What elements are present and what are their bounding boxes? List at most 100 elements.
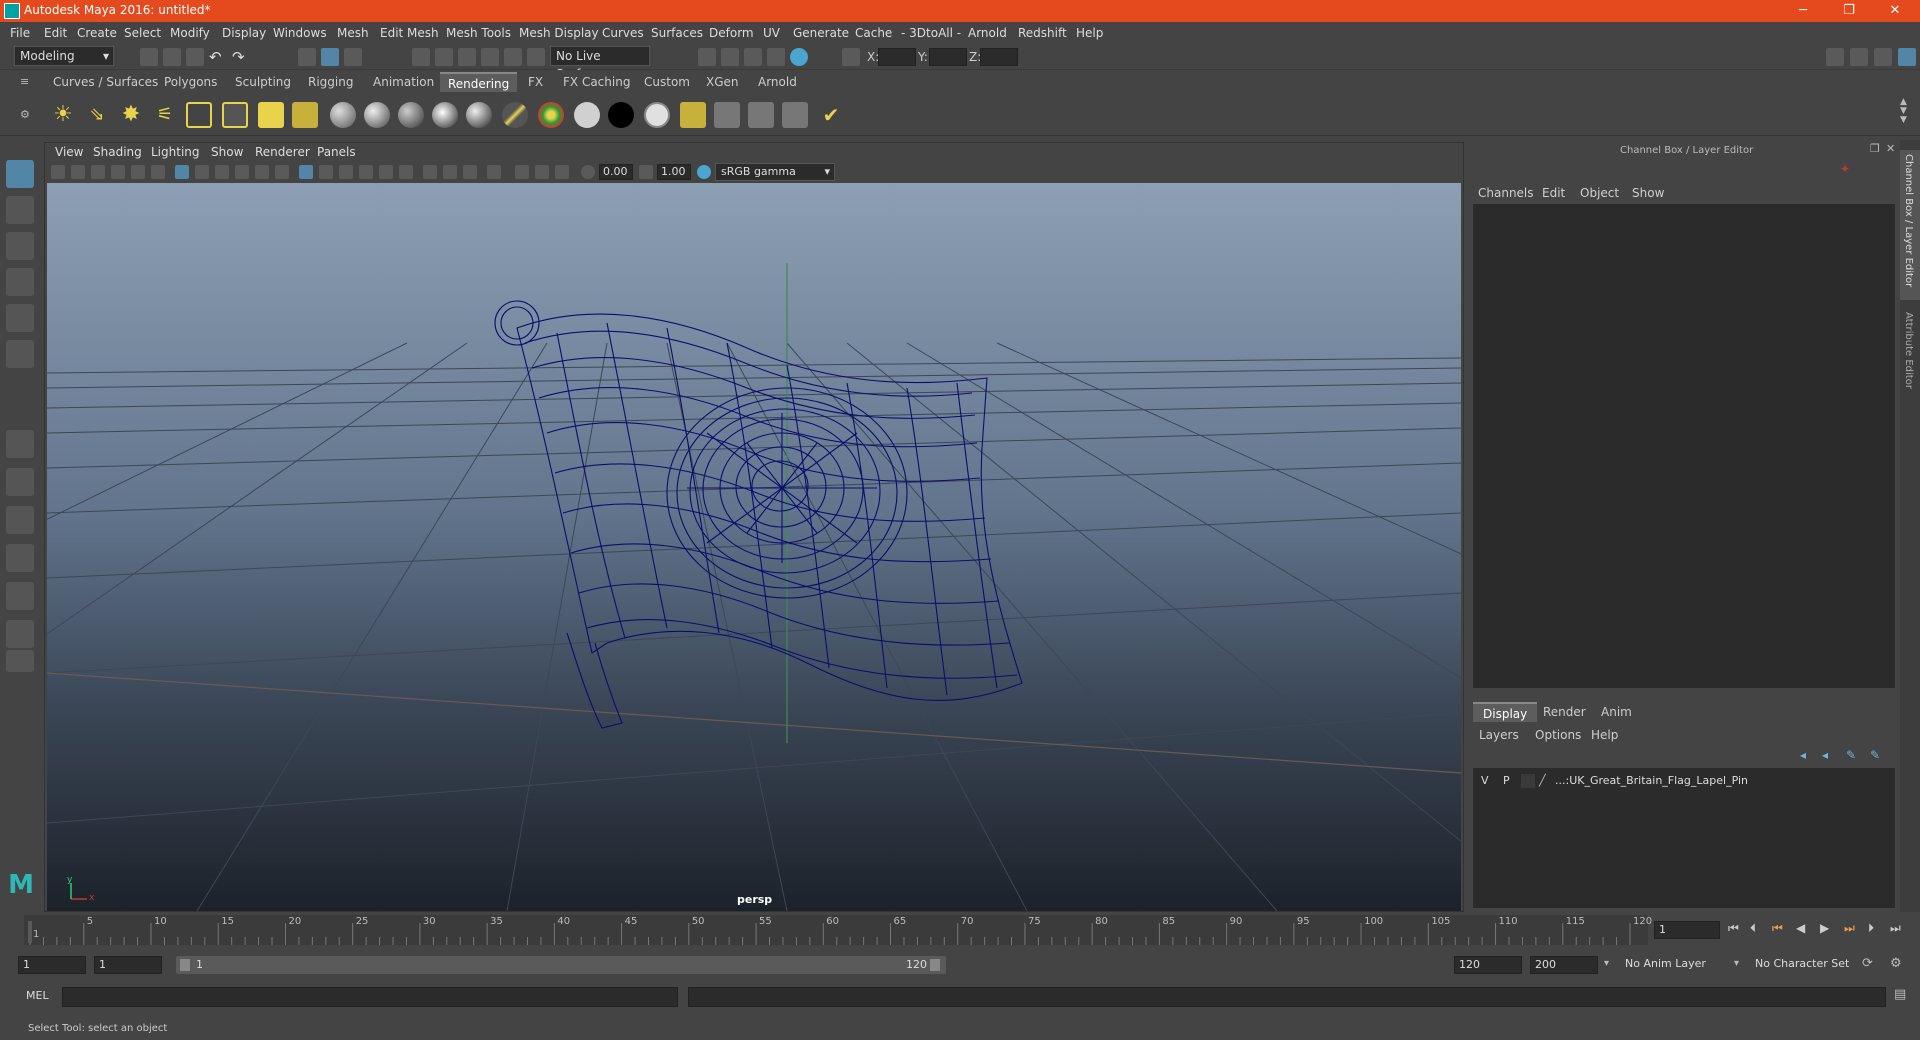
image-plane-icon[interactable]: [111, 165, 125, 179]
time-slider[interactable]: 1 5 10 15 20 25 30 35 40 45 50 55 60 65 70 75 80 85 90 95 10…: [0, 915, 1920, 945]
redo-icon[interactable]: ↷: [232, 48, 250, 66]
menu-create[interactable]: Create: [77, 26, 117, 40]
persp-outliner-layout-icon[interactable]: [6, 582, 34, 610]
menu-select[interactable]: Select: [124, 26, 161, 40]
side-by-side-layout-icon[interactable]: [6, 506, 34, 534]
new-scene-icon[interactable]: [140, 48, 158, 66]
render-view-shelf-icon[interactable]: [680, 102, 706, 128]
select-by-object-icon[interactable]: [321, 48, 339, 66]
shelf-menu-icon[interactable]: ≡: [20, 75, 32, 88]
custom-layout-icon[interactable]: [6, 650, 34, 672]
step-back-key-icon[interactable]: ⏮: [1772, 921, 1783, 936]
menu-edit[interactable]: Edit: [44, 26, 67, 40]
gamma-icon[interactable]: [639, 165, 653, 179]
use-background-icon[interactable]: [608, 102, 634, 128]
phong-e-material-icon[interactable]: [432, 102, 458, 128]
menu-display[interactable]: Display: [222, 26, 266, 40]
range-bar[interactable]: 1 120: [176, 956, 946, 974]
layers-menu[interactable]: Layers: [1479, 728, 1519, 742]
tool-settings-toggle-icon[interactable]: [1874, 48, 1892, 66]
preferences-icon[interactable]: ⚙: [1890, 956, 1902, 971]
shelf-scroll-arrows-icon[interactable]: ▲ ▼ ▼: [1900, 98, 1907, 125]
motion-blur-icon[interactable]: [443, 165, 457, 179]
gamma-field[interactable]: 1.00: [657, 164, 691, 180]
menu-help[interactable]: Help: [1076, 26, 1103, 40]
panel-menu-view[interactable]: View: [55, 145, 83, 159]
range-start-handle[interactable]: [180, 959, 190, 971]
undo-icon[interactable]: ↶: [209, 48, 227, 66]
hypershade-shelf-icon[interactable]: ✔: [818, 102, 844, 128]
save-scene-icon[interactable]: [186, 48, 204, 66]
new-empty-layer-icon[interactable]: ✎: [1846, 748, 1856, 762]
xray-icon[interactable]: [515, 165, 529, 179]
menu-windows[interactable]: Windows: [273, 26, 327, 40]
snap-grid-icon[interactable]: [412, 48, 430, 66]
menu-mesh-display[interactable]: Mesh Display: [519, 26, 599, 40]
default-material-icon[interactable]: [339, 165, 353, 179]
paint-select-tool-icon[interactable]: [6, 232, 34, 260]
render-settings-icon[interactable]: [767, 48, 785, 66]
layer-name[interactable]: ...:UK_Great_Britain_Flag_Lapel_Pin: [1555, 774, 1748, 787]
ambient-occlusion-icon[interactable]: [423, 165, 437, 179]
point-light-icon[interactable]: ✸: [118, 102, 144, 128]
menu-file[interactable]: File: [10, 26, 30, 40]
render-settings-shelf-icon[interactable]: [782, 102, 808, 128]
channel-box-toggle-icon[interactable]: [1898, 48, 1916, 66]
live-surface-field[interactable]: No Live Surface: [550, 46, 650, 81]
directional-light-icon[interactable]: ⇘: [84, 102, 110, 128]
end-frame-field[interactable]: 200: [1530, 956, 1598, 974]
color-space-dropdown[interactable]: sRGB gamma ▾: [715, 163, 835, 181]
tab-fx-caching[interactable]: FX Caching: [555, 72, 638, 92]
xray-joints-icon[interactable]: [535, 165, 549, 179]
lasso-tool-icon[interactable]: [6, 196, 34, 224]
select-by-component-icon[interactable]: [344, 48, 362, 66]
layer-visibility-toggle[interactable]: V: [1481, 774, 1489, 787]
use-all-lights-icon[interactable]: [379, 165, 393, 179]
persp-graph-layout-icon[interactable]: [6, 544, 34, 572]
shelf-settings-icon[interactable]: ⚙: [20, 108, 30, 121]
menu-uv[interactable]: UV: [763, 26, 780, 40]
xray-components-icon[interactable]: [555, 165, 569, 179]
safe-action-icon[interactable]: [275, 165, 289, 179]
camera-attributes-icon[interactable]: [71, 165, 85, 179]
close-button[interactable]: ✕: [1872, 0, 1918, 22]
maximize-button[interactable]: ❐: [1826, 0, 1872, 22]
volume-light-icon[interactable]: [222, 102, 248, 128]
lambert-material-icon[interactable]: [330, 102, 356, 128]
move-tool-icon[interactable]: [6, 268, 34, 296]
panel-menu-show[interactable]: Show: [211, 145, 243, 159]
step-back-frame-icon[interactable]: ⏴: [1750, 921, 1756, 936]
auto-key-icon[interactable]: ⟳: [1862, 956, 1873, 971]
play-forwards-icon[interactable]: ▶: [1820, 921, 1829, 935]
anti-aliasing-icon[interactable]: [463, 165, 477, 179]
play-backwards-icon[interactable]: ◀: [1796, 921, 1805, 935]
textured-icon[interactable]: [359, 165, 373, 179]
help-menu[interactable]: Help: [1591, 728, 1618, 742]
menu-surfaces[interactable]: Surfaces: [651, 26, 703, 40]
tab-rigging[interactable]: Rigging: [300, 72, 361, 92]
menu-generate[interactable]: Generate: [793, 26, 849, 40]
tab-render[interactable]: Render: [1533, 702, 1596, 722]
phong-material-icon[interactable]: [398, 102, 424, 128]
render-current-frame-icon[interactable]: [714, 102, 740, 128]
snap-view-plane-icon[interactable]: [481, 48, 499, 66]
playback-start-field[interactable]: 1: [94, 956, 162, 974]
panel-menu-shading[interactable]: Shading: [93, 145, 142, 159]
isolate-select-icon[interactable]: [487, 165, 501, 179]
sidebar-toggle-icon[interactable]: [1826, 48, 1844, 66]
close-panel-icon[interactable]: ✕: [1886, 142, 1895, 155]
lambert-default-icon[interactable]: [644, 102, 670, 128]
time-ruler[interactable]: 1 5 10 15 20 25 30 35 40 45 50 55 60 65 70 75 80 85 90 95 10…: [24, 915, 1652, 945]
edit-menu[interactable]: Edit: [1542, 186, 1565, 200]
camera-icon[interactable]: [258, 102, 284, 128]
tab-sculpting[interactable]: Sculpting: [227, 72, 299, 92]
menu-curves[interactable]: Curves: [602, 26, 644, 40]
select-tool-icon[interactable]: [6, 160, 34, 188]
go-to-end-icon[interactable]: ⏭: [1890, 921, 1901, 936]
tab-fx[interactable]: FX: [520, 72, 551, 92]
current-frame-marker[interactable]: [28, 921, 32, 943]
panel-menu-lighting[interactable]: Lighting: [151, 145, 200, 159]
mode-dropdown[interactable]: Modeling ▾: [14, 46, 114, 66]
2d-pan-zoom-icon[interactable]: [131, 165, 145, 179]
exposure-field[interactable]: 0.00: [599, 164, 633, 180]
